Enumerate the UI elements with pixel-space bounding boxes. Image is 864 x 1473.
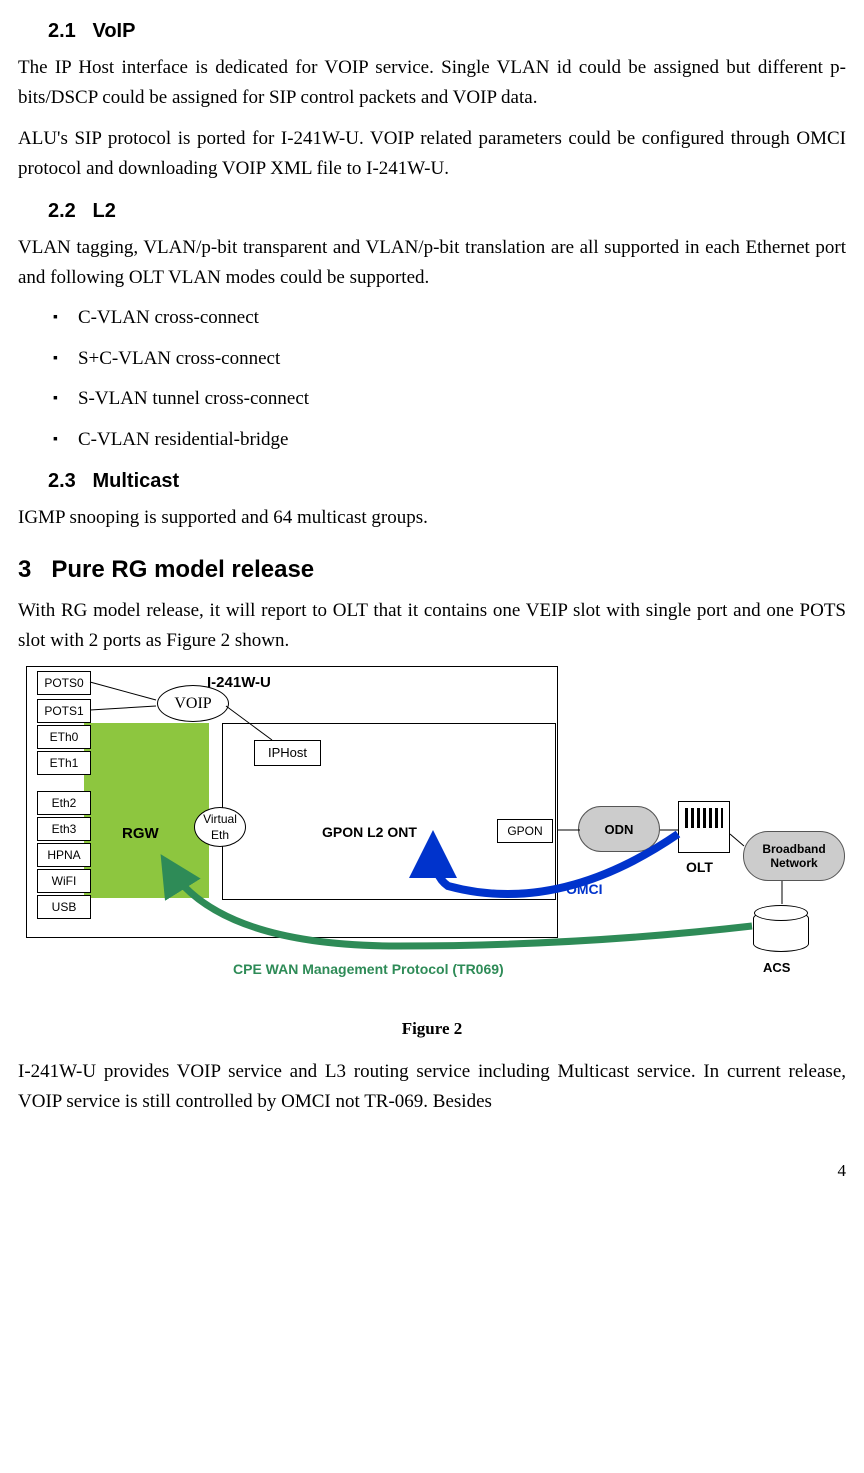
heading-number: 2.2 [48, 200, 76, 222]
gpon-l2-label: GPON L2 ONT [322, 821, 417, 843]
list-item: C-VLAN residential-bridge [53, 425, 846, 455]
heading-2-2: 2.2 L2 [48, 195, 846, 227]
heading-2-3: 2.3 Multicast [48, 465, 846, 497]
heading-number: 2.1 [48, 20, 76, 42]
heading-title: VoIP [92, 20, 135, 42]
heading-2-1: 2.1 VoIP [48, 15, 846, 47]
paragraph: The IP Host interface is dedicated for V… [18, 53, 846, 114]
port-pots0: POTS0 [37, 671, 91, 695]
list-item: S-VLAN tunnel cross-connect [53, 384, 846, 414]
figure-2-diagram: I-241W-U RGW GPON L2 ONT IPHost VirtualE… [18, 666, 846, 1001]
paragraph: IGMP snooping is supported and 64 multic… [18, 503, 846, 533]
broadband-cloud: BroadbandNetwork [743, 831, 845, 881]
list-item: C-VLAN cross-connect [53, 303, 846, 333]
heading-number: 2.3 [48, 470, 76, 492]
olt-box [678, 801, 730, 853]
port-eth2: Eth2 [37, 791, 91, 815]
list-item: S+C-VLAN cross-connect [53, 344, 846, 374]
heading-title: L2 [92, 200, 115, 222]
port-eth3: Eth3 [37, 817, 91, 841]
rgw-box [84, 723, 209, 898]
voip-ellipse: VOIP [157, 685, 229, 722]
odn-cloud: ODN [578, 806, 660, 852]
cpe-wan-label: CPE WAN Management Protocol (TR069) [233, 958, 504, 980]
figure-caption: Figure 2 [18, 1015, 846, 1042]
port-eth0: ETh0 [37, 725, 91, 749]
port-hpna: HPNA [37, 843, 91, 867]
port-eth1: ETh1 [37, 751, 91, 775]
iphost-box: IPHost [254, 740, 321, 766]
paragraph: VLAN tagging, VLAN/p-bit transparent and… [18, 233, 846, 294]
heading-title: Pure RG model release [51, 556, 314, 583]
bullet-list: C-VLAN cross-connect S+C-VLAN cross-conn… [18, 303, 846, 455]
page-number: 4 [18, 1157, 846, 1184]
omci-label: OMCI [566, 878, 603, 900]
port-wifi: WiFI [37, 869, 91, 893]
acs-label: ACS [763, 958, 790, 979]
olt-icon [685, 808, 723, 828]
port-usb: USB [37, 895, 91, 919]
rgw-label: RGW [122, 822, 159, 846]
olt-label: OLT [686, 856, 713, 878]
acs-cylinder [753, 910, 809, 952]
device-outer-box: I-241W-U RGW GPON L2 ONT IPHost VirtualE… [26, 666, 558, 938]
heading-3: 3 Pure RG model release [18, 551, 846, 589]
paragraph: I-241W-U provides VOIP service and L3 ro… [18, 1057, 846, 1118]
heading-title: Multicast [92, 470, 179, 492]
paragraph: ALU's SIP protocol is ported for I-241W-… [18, 124, 846, 185]
port-pots1: POTS1 [37, 699, 91, 723]
gpon-port-box: GPON [497, 819, 553, 843]
heading-number: 3 [18, 556, 31, 583]
paragraph: With RG model release, it will report to… [18, 596, 846, 657]
